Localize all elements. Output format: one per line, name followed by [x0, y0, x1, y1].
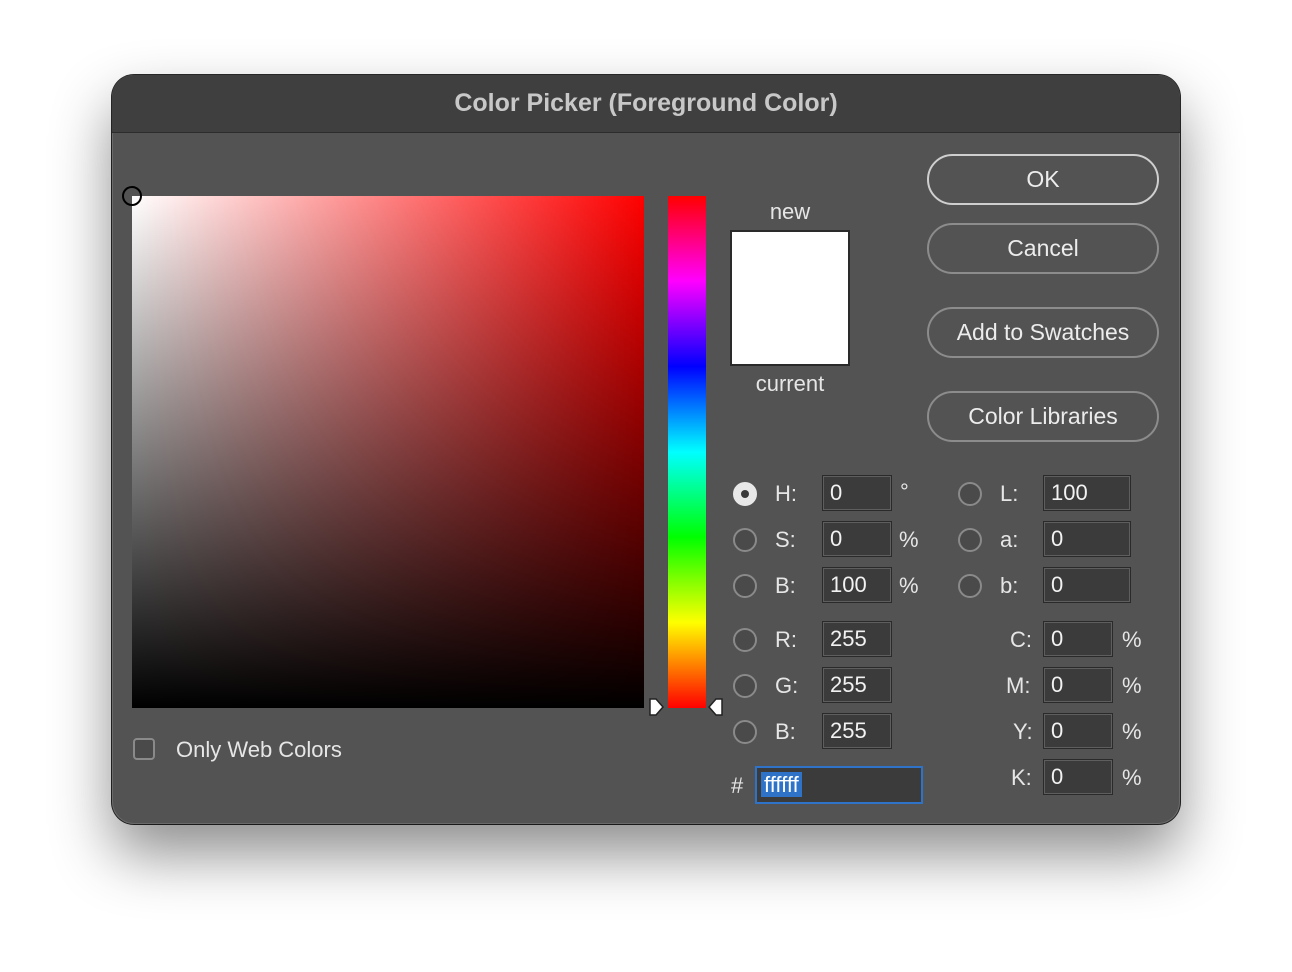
hex-input[interactable]: ffffff: [755, 766, 923, 804]
only-web-colors-checkbox[interactable]: [133, 738, 155, 760]
magenta-label: M:: [1006, 673, 1031, 698]
radio-saturation[interactable]: [733, 528, 757, 552]
saturation-label: S:: [775, 527, 796, 552]
radio-lab-a[interactable]: [958, 528, 982, 552]
color-field-cursor[interactable]: [122, 186, 142, 206]
hue-input[interactable]: 0: [822, 475, 892, 511]
brightness-label: B:: [775, 573, 796, 598]
green-input[interactable]: 255: [822, 667, 892, 703]
cyan-input[interactable]: 0: [1043, 621, 1113, 657]
lab-b-input[interactable]: 0: [1043, 567, 1131, 603]
magenta-input[interactable]: 0: [1043, 667, 1113, 703]
dialog-title: Color Picker (Foreground Color): [454, 89, 838, 117]
black-unit: %: [1122, 765, 1142, 790]
blue-label: B:: [775, 719, 796, 744]
black-input[interactable]: 0: [1043, 759, 1113, 795]
brightness-unit: %: [899, 573, 919, 598]
color-field[interactable]: [122, 186, 644, 708]
lightness-label: L:: [1000, 481, 1019, 506]
new-current-swatch[interactable]: [730, 230, 850, 366]
yellow-label: Y:: [1013, 719, 1033, 744]
blue-input[interactable]: 255: [822, 713, 892, 749]
degree-unit: °: [900, 479, 909, 504]
current-color-label: current: [755, 371, 825, 396]
cyan-unit: %: [1122, 627, 1142, 652]
magenta-unit: %: [1122, 673, 1142, 698]
hue-label: H:: [775, 481, 797, 506]
yellow-input[interactable]: 0: [1043, 713, 1113, 749]
color-picker-dialog: Color Picker (Foreground Color) new curr…: [112, 75, 1180, 824]
red-label: R:: [775, 627, 797, 652]
title-bar[interactable]: Color Picker (Foreground Color): [112, 75, 1180, 133]
radio-hue[interactable]: [733, 482, 757, 506]
new-color-label: new: [769, 199, 811, 224]
only-web-colors-label[interactable]: Only Web Colors: [176, 737, 342, 763]
cancel-button[interactable]: Cancel: [927, 223, 1159, 274]
hex-prefix: #: [731, 773, 744, 798]
radio-green[interactable]: [733, 674, 757, 698]
cyan-label: C:: [1010, 627, 1032, 652]
saturation-input[interactable]: 0: [822, 521, 892, 557]
lab-a-input[interactable]: 0: [1043, 521, 1131, 557]
add-to-swatches-button[interactable]: Add to Swatches: [927, 307, 1159, 358]
black-label: K:: [1011, 765, 1032, 790]
radio-lab-b[interactable]: [958, 574, 982, 598]
lab-b-label: b:: [1000, 573, 1019, 598]
radio-brightness[interactable]: [733, 574, 757, 598]
color-libraries-button[interactable]: Color Libraries: [927, 391, 1159, 442]
lightness-input[interactable]: 100: [1043, 475, 1131, 511]
hue-slider-left-arrow-icon[interactable]: [648, 698, 664, 716]
lab-a-label: a:: [1000, 527, 1019, 552]
ok-button[interactable]: OK: [927, 154, 1159, 205]
radio-blue[interactable]: [733, 720, 757, 744]
radio-lightness[interactable]: [958, 482, 982, 506]
saturation-unit: %: [899, 527, 919, 552]
hue-slider-right-arrow-icon[interactable]: [708, 698, 724, 716]
green-label: G:: [775, 673, 799, 698]
hue-slider[interactable]: [668, 196, 706, 708]
brightness-input[interactable]: 100: [822, 567, 892, 603]
radio-red[interactable]: [733, 628, 757, 652]
yellow-unit: %: [1122, 719, 1142, 744]
hex-value-selected: ffffff: [761, 772, 802, 797]
red-input[interactable]: 255: [822, 621, 892, 657]
